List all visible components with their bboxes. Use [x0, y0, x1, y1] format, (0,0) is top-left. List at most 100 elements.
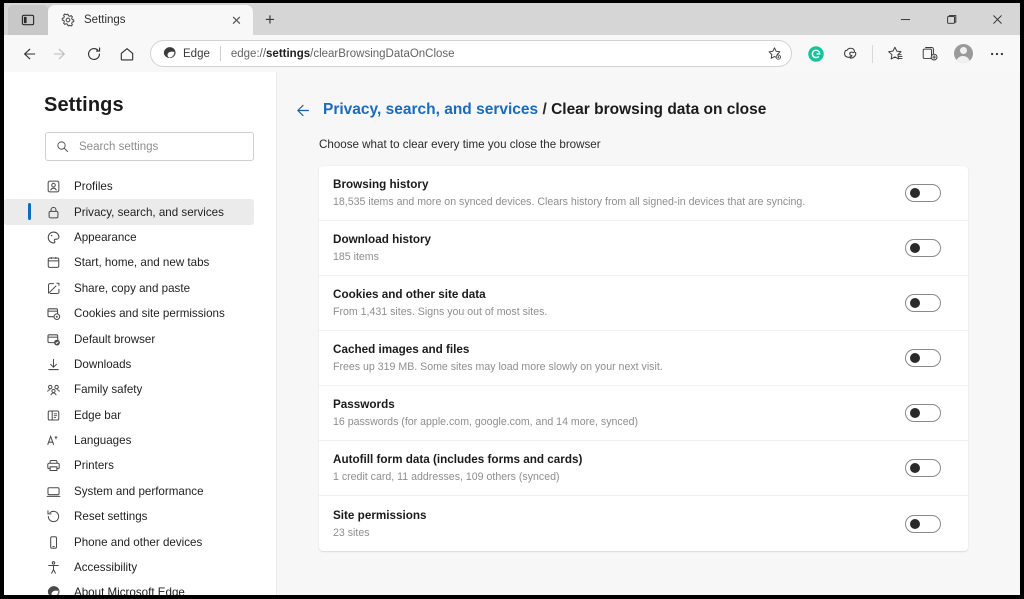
sidebar-item-profiles[interactable]: Profiles [4, 174, 254, 199]
table-row: Browsing history 18,535 items and more o… [319, 166, 968, 221]
sidebar-item-phone-and-other-devices[interactable]: Phone and other devices [4, 529, 254, 554]
toggle-knob [910, 353, 920, 363]
sidebar-item-label: Edge bar [74, 409, 121, 422]
browser-window: Settings ✕ + [4, 3, 1020, 595]
languages-icon [45, 433, 61, 449]
grammarly-extension-icon[interactable] [800, 39, 832, 69]
refresh-button[interactable] [78, 39, 110, 69]
tab-settings[interactable]: Settings ✕ [48, 5, 253, 35]
content-subtitle: Choose what to clear every time you clos… [319, 138, 1020, 151]
new-tab-button[interactable]: + [255, 5, 285, 35]
toggle-autofill-form-data[interactable] [905, 459, 941, 477]
sidebar-item-downloads[interactable]: Downloads [4, 352, 254, 377]
toggle-passwords[interactable] [905, 404, 941, 422]
row-title: Site permissions [333, 509, 905, 522]
table-row: Cookies and other site data From 1,431 s… [319, 276, 968, 331]
sidebar-item-accessibility[interactable]: Accessibility [4, 555, 254, 580]
reset-icon [45, 509, 61, 525]
toggle-knob [910, 298, 920, 308]
back-arrow-icon[interactable] [291, 100, 311, 120]
back-button[interactable] [12, 39, 44, 69]
toggle-knob [910, 188, 920, 198]
sidebar-item-label: Downloads [74, 358, 131, 371]
url-prefix: edge:// [231, 48, 266, 60]
avatar [954, 44, 973, 63]
sidebar-item-about-microsoft-edge[interactable]: About Microsoft Edge [4, 580, 254, 595]
minimize-button[interactable] [882, 3, 928, 35]
favorites-icon[interactable] [879, 39, 911, 69]
forward-button[interactable] [45, 39, 77, 69]
sidebar-item-cookies-and-site-permissions[interactable]: Cookies and site permissions [4, 301, 254, 326]
breadcrumb-separator: / [538, 101, 551, 118]
row-description: From 1,431 sites. Signs you out of most … [333, 306, 905, 318]
row-description: 23 sites [333, 527, 905, 539]
sidebar-item-label: System and performance [74, 485, 204, 498]
sidebar-item-label: Share, copy and paste [74, 282, 190, 295]
home-tabs-icon [45, 255, 61, 271]
sidebar-item-appearance[interactable]: Appearance [4, 225, 254, 250]
close-icon[interactable]: ✕ [228, 12, 245, 29]
url-suffix: /clearBrowsingDataOnClose [310, 48, 454, 60]
sidebar-item-label: Default browser [74, 333, 155, 346]
gear-icon [61, 13, 75, 27]
sidebar-item-default-browser[interactable]: Default browser [4, 326, 254, 351]
copilot-icon[interactable] [834, 39, 866, 69]
sidebar-item-printers[interactable]: Printers [4, 453, 254, 478]
toggle-browsing-history[interactable] [905, 184, 941, 202]
sidebar-item-privacy-search-and-services[interactable]: Privacy, search, and services [4, 199, 254, 224]
tab-strip: Settings ✕ + [4, 3, 1020, 35]
close-button[interactable] [974, 3, 1020, 35]
lock-icon [45, 204, 61, 220]
sidebar-item-label: About Microsoft Edge [74, 586, 185, 595]
toggle-cookies-and-other-site-data[interactable] [905, 294, 941, 312]
sidebar-item-label: Phone and other devices [74, 536, 202, 549]
row-title: Browsing history [333, 178, 905, 191]
sidebar-item-system-and-performance[interactable]: System and performance [4, 479, 254, 504]
split-screen-icon[interactable] [8, 5, 48, 35]
sidebar-item-reset-settings[interactable]: Reset settings [4, 504, 254, 529]
appearance-icon [45, 229, 61, 245]
toggle-download-history[interactable] [905, 239, 941, 257]
search-placeholder: Search settings [79, 141, 158, 153]
table-row: Download history 185 items [319, 221, 968, 276]
sidebar-item-edge-bar[interactable]: Edge bar [4, 403, 254, 428]
row-title: Cookies and other site data [333, 288, 905, 301]
table-row: Site permissions 23 sites [319, 496, 968, 551]
settings-content: Privacy, search, and services / Clear br… [277, 72, 1020, 595]
row-description: 185 items [333, 251, 905, 263]
toggle-cached-images-and-files[interactable] [905, 349, 941, 367]
sidebar-item-label: Privacy, search, and services [74, 206, 224, 219]
collections-icon[interactable] [913, 39, 945, 69]
sidebar-item-label: Start, home, and new tabs [74, 256, 209, 269]
sidebar-item-languages[interactable]: Languages [4, 428, 254, 453]
more-options-icon[interactable] [981, 39, 1013, 69]
omnibox-url[interactable]: edge://settings/clearBrowsingDataOnClose [231, 48, 763, 60]
url-bold-segment: settings [266, 48, 310, 60]
row-description: 16 passwords (for apple.com, google.com,… [333, 416, 905, 428]
sidebar-item-label: Accessibility [74, 561, 137, 574]
row-description: 18,535 items and more on synced devices.… [333, 196, 905, 208]
maximize-button[interactable] [928, 3, 974, 35]
toggle-knob [910, 408, 920, 418]
clear-data-options-card: Browsing history 18,535 items and more o… [319, 166, 968, 551]
profile-avatar[interactable] [947, 39, 979, 69]
breadcrumb-link[interactable]: Privacy, search, and services [323, 101, 538, 118]
family-icon [45, 382, 61, 398]
search-settings-input[interactable]: Search settings [45, 132, 254, 161]
add-favorite-icon[interactable] [763, 43, 785, 65]
edge-logo-icon [45, 585, 61, 595]
sidebar-item-share-copy-and-paste[interactable]: Share, copy and paste [4, 276, 254, 301]
breadcrumb-text: Privacy, search, and services / Clear br… [323, 101, 766, 119]
sidebar-item-start-home-and-new-tabs[interactable]: Start, home, and new tabs [4, 250, 254, 275]
table-row: Cached images and files Frees up 319 MB.… [319, 331, 968, 386]
search-icon [56, 140, 69, 153]
sidebar-item-label: Appearance [74, 231, 137, 244]
sidebar-item-family-safety[interactable]: Family safety [4, 377, 254, 402]
toggle-site-permissions[interactable] [905, 515, 941, 533]
home-button[interactable] [111, 39, 143, 69]
default-browser-icon [45, 331, 61, 347]
address-bar[interactable]: Edge edge://settings/clearBrowsingDataOn… [150, 40, 792, 67]
sidebar-item-label: Languages [74, 434, 131, 447]
sidebar-item-label: Reset settings [74, 510, 147, 523]
row-title: Cached images and files [333, 343, 905, 356]
